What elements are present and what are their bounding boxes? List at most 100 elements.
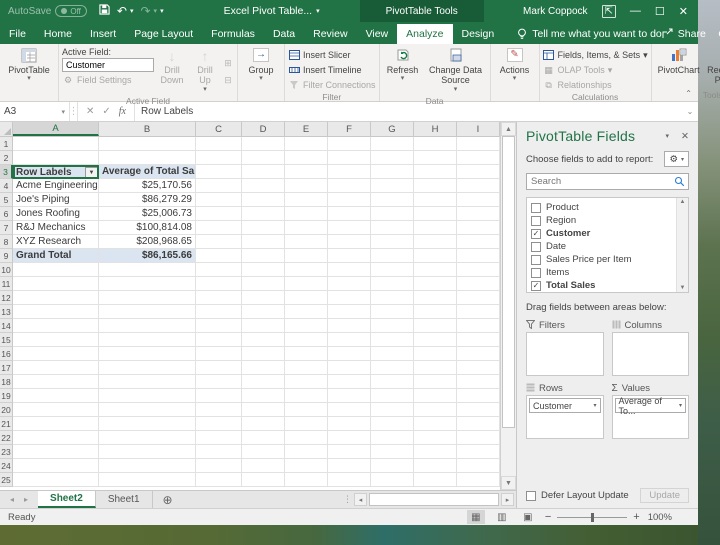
grid-cell[interactable] <box>328 445 371 459</box>
grid-cell[interactable] <box>285 291 328 305</box>
grid-cell[interactable] <box>242 137 285 151</box>
refresh-button[interactable]: Refresh ▾ <box>383 46 423 96</box>
horizontal-scroll-thumb[interactable] <box>369 493 499 506</box>
grid-cell[interactable] <box>13 389 99 403</box>
row-header-3[interactable]: 3 <box>0 165 13 179</box>
row-header-18[interactable]: 18 <box>0 375 13 389</box>
grid-cell[interactable] <box>13 431 99 445</box>
page-layout-view-icon[interactable]: ▥ <box>493 510 511 524</box>
grid-cell[interactable] <box>328 193 371 207</box>
grid-cell[interactable] <box>196 361 242 375</box>
grid-cell[interactable] <box>371 473 414 487</box>
row-header-7[interactable]: 7 <box>0 221 13 235</box>
grid-cell[interactable] <box>457 459 500 473</box>
grid-cell[interactable] <box>328 291 371 305</box>
grid-cell[interactable] <box>285 389 328 403</box>
grid-cell[interactable] <box>328 473 371 487</box>
expand-formula-bar-icon[interactable]: ⌄ <box>682 102 698 121</box>
actions-button[interactable]: ✎ Actions ▾ <box>494 46 536 90</box>
column-header-H[interactable]: H <box>414 122 457 136</box>
grid-cell[interactable] <box>285 235 328 249</box>
grid-cell[interactable] <box>285 473 328 487</box>
grid-cell[interactable] <box>13 403 99 417</box>
grid-cell[interactable] <box>285 249 328 263</box>
grid-cell[interactable] <box>99 389 196 403</box>
grid-cell[interactable] <box>457 263 500 277</box>
grid-cell[interactable] <box>242 347 285 361</box>
grid-cell[interactable] <box>242 473 285 487</box>
grid-cell[interactable] <box>285 207 328 221</box>
row-header-9[interactable]: 9 <box>0 249 13 263</box>
grid-cell[interactable] <box>457 137 500 151</box>
grid-cell[interactable] <box>242 221 285 235</box>
grid-cell[interactable] <box>242 375 285 389</box>
row-header-12[interactable]: 12 <box>0 291 13 305</box>
grid-cell[interactable] <box>371 403 414 417</box>
grid-cell[interactable] <box>371 235 414 249</box>
grid-cell[interactable] <box>371 389 414 403</box>
grid-cell[interactable] <box>99 319 196 333</box>
autosave-pill[interactable]: Off <box>55 5 87 17</box>
minimize-button[interactable]: — <box>630 5 641 17</box>
grid-cell[interactable] <box>196 305 242 319</box>
search-input[interactable] <box>527 176 674 187</box>
grid-cell[interactable] <box>196 137 242 151</box>
grid-cell[interactable] <box>196 179 242 193</box>
zoom-level[interactable]: 100% <box>648 512 672 523</box>
grid-cell[interactable] <box>242 165 285 179</box>
grid-cell[interactable] <box>99 403 196 417</box>
cell-A8[interactable]: XYZ Research <box>13 235 99 249</box>
grid-cell[interactable] <box>371 361 414 375</box>
field-checkbox[interactable] <box>531 267 541 278</box>
grid-cell[interactable] <box>196 333 242 347</box>
grid-cell[interactable] <box>285 403 328 417</box>
cancel-icon[interactable]: ✕ <box>86 106 94 117</box>
grid-cell[interactable] <box>414 263 457 277</box>
cell-A6[interactable]: Jones Roofing <box>13 207 99 221</box>
cell-B3[interactable]: Average of Total Sales <box>99 165 196 179</box>
grid-cell[interactable] <box>457 277 500 291</box>
grid-cell[interactable] <box>13 319 99 333</box>
grid-cell[interactable] <box>242 235 285 249</box>
row-header-20[interactable]: 20 <box>0 403 13 417</box>
zoom-out-icon[interactable]: − <box>545 511 551 523</box>
grid-cell[interactable] <box>371 193 414 207</box>
grid-cell[interactable] <box>414 165 457 179</box>
grid-cell[interactable] <box>414 347 457 361</box>
grid-cell[interactable] <box>285 459 328 473</box>
grid-cell[interactable] <box>457 249 500 263</box>
grid-cell[interactable] <box>196 291 242 305</box>
values-drop-area[interactable]: Average of To... ▾ <box>611 395 689 439</box>
grid-cell[interactable] <box>99 431 196 445</box>
grid-cell[interactable] <box>99 375 196 389</box>
grid-cell[interactable] <box>13 375 99 389</box>
field-checkbox[interactable]: ✓ <box>531 280 541 291</box>
grid-cell[interactable] <box>371 277 414 291</box>
grid-cell[interactable] <box>414 277 457 291</box>
grid-cell[interactable] <box>371 165 414 179</box>
grid-cell[interactable] <box>457 375 500 389</box>
grid-cell[interactable] <box>242 193 285 207</box>
cell-B5[interactable]: $86,279.29 <box>99 193 196 207</box>
grid-cell[interactable] <box>196 417 242 431</box>
cell-A5[interactable]: Joe's Piping <box>13 193 99 207</box>
grid-cell[interactable] <box>196 165 242 179</box>
grid-cell[interactable] <box>99 305 196 319</box>
grid-cell[interactable] <box>414 445 457 459</box>
tab-file[interactable]: File <box>0 24 35 44</box>
row-header-15[interactable]: 15 <box>0 333 13 347</box>
tab-home[interactable]: Home <box>35 24 81 44</box>
grid-cell[interactable] <box>457 151 500 165</box>
change-data-source-button[interactable]: Change Data Source ▾ <box>425 46 487 96</box>
field-checkbox[interactable] <box>531 254 541 265</box>
grid-cell[interactable] <box>196 473 242 487</box>
grid-cell[interactable] <box>242 361 285 375</box>
grid-cell[interactable] <box>242 179 285 193</box>
grid-cell[interactable] <box>328 403 371 417</box>
title-dropdown-icon[interactable]: ▾ <box>316 7 320 15</box>
select-all-corner[interactable] <box>0 122 13 136</box>
grid-cell[interactable] <box>457 417 500 431</box>
grid-cell[interactable] <box>414 375 457 389</box>
save-icon[interactable] <box>99 4 110 18</box>
grid-cell[interactable] <box>99 473 196 487</box>
